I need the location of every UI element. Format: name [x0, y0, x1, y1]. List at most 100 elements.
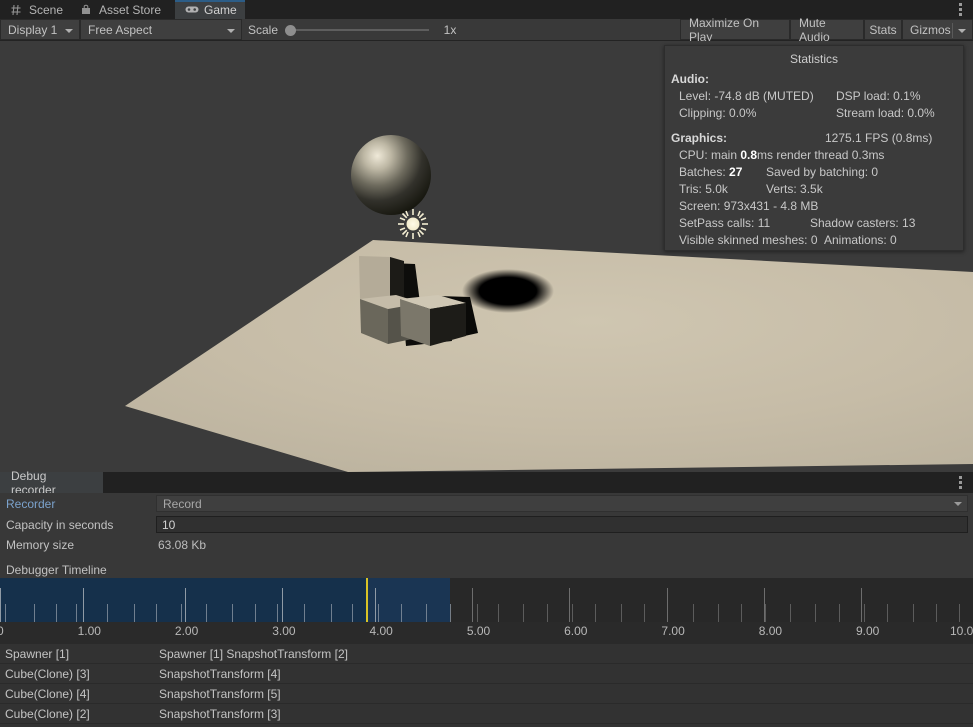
recorder-dropdown[interactable]: Record — [156, 495, 968, 512]
batches-count: 27 — [729, 165, 743, 179]
timeline-minor-tick — [134, 604, 136, 622]
gizmos-button[interactable]: Gizmos — [902, 19, 973, 40]
scale-slider-track[interactable] — [293, 29, 429, 31]
setpass-calls: SetPass calls: 11 — [679, 216, 771, 230]
game-view-toolbar: Display 1 Free Aspect Scale 1x Maximize … — [0, 16, 973, 44]
table-row[interactable]: Cube(Clone) [4] SnapshotTransform [5] — [0, 684, 973, 704]
timeline-major-tick — [861, 588, 863, 622]
timeline-axis-label: 6.00 — [564, 624, 588, 638]
statistics-title: Statistics — [789, 52, 838, 66]
maximize-on-play-button[interactable]: Maximize On Play — [680, 16, 790, 44]
cpu-ms-bold: 0.8 — [740, 148, 758, 162]
capacity-input[interactable]: 10 — [156, 516, 968, 533]
timeline-axis-label: 2.00 — [174, 624, 199, 638]
grid-icon — [10, 4, 24, 16]
timeline-minor-tick — [790, 604, 792, 622]
timeline-minor-tick — [180, 604, 182, 622]
scale-slider-knob[interactable] — [285, 25, 296, 36]
timeline-axis: 0.00 1.00 2.00 3.00 4.00 5.00 6.00 7.00 8.00 9.00… — [0, 622, 973, 644]
timeline-minor-tick — [620, 604, 622, 622]
aspect-dropdown[interactable]: Free Aspect — [80, 19, 242, 40]
timeline-minor-tick — [231, 604, 233, 622]
batches-prefix: Batches: — [679, 165, 730, 179]
gizmos-separator — [952, 23, 953, 38]
timeline-minor-tick — [426, 604, 428, 622]
object-name-cell: Cube(Clone) [2] — [5, 707, 90, 721]
audio-header: Audio: — [671, 72, 709, 86]
timeline-major-tick — [374, 588, 376, 622]
timeline-major-tick — [184, 588, 186, 622]
aspect-dropdown-label: Free Aspect — [88, 22, 153, 37]
object-components-cell: Spawner [1] SnapshotTransform [2] — [159, 647, 348, 661]
timeline-minor-tick — [476, 604, 478, 622]
capacity-input-value: 10 — [162, 517, 176, 532]
kebab-menu-icon[interactable] — [953, 2, 967, 17]
debug-recorder-body: Recorder Record Capacity in seconds 10 M… — [0, 493, 973, 578]
table-row[interactable]: Cube(Clone) [3] SnapshotTransform [4] — [0, 664, 973, 684]
table-row[interactable]: Cube(Clone) [2] SnapshotTransform [3] — [0, 704, 973, 724]
statistics-panel: Statistics Audio: Level: -74.8 dB (MUTED… — [664, 45, 964, 251]
chevron-down-icon — [958, 29, 966, 33]
display-dropdown-label: Display 1 — [8, 22, 58, 37]
timeline-minor-tick — [644, 604, 646, 622]
capacity-label: Capacity in seconds — [6, 518, 114, 532]
tab-scene-label: Scene — [29, 2, 64, 17]
timeline-minor-tick — [254, 604, 256, 622]
screen-stat: Screen: 973x431 - 4.8 MB — [679, 199, 819, 213]
timeline-playhead[interactable] — [365, 578, 368, 622]
gamepad-icon — [185, 4, 199, 16]
timeline-minor-tick — [667, 604, 669, 622]
recorded-object-list[interactable]: Spawner [1] Spawner [1] SnapshotTransform… — [0, 644, 973, 727]
tab-game-label: Game — [204, 2, 237, 17]
dsp-load: DSP load: 0.1% — [836, 89, 921, 103]
sphere-shadow — [462, 269, 554, 313]
table-row[interactable]: Spawner [1] Spawner [1] SnapshotTransform… — [0, 644, 973, 664]
row-divider — [0, 723, 973, 724]
timeline-minor-tick — [75, 604, 77, 622]
mute-audio-button[interactable]: Mute Audio — [790, 16, 864, 44]
timeline-axis-label: 10.00 — [949, 624, 973, 638]
tab-debug-recorder[interactable]: Debug recorder — [0, 469, 103, 497]
ground-plane — [125, 240, 973, 472]
debugger-timeline[interactable] — [0, 578, 973, 622]
cpu-suffix: ms render thread 0.3ms — [757, 148, 885, 162]
back-cube-front — [359, 256, 390, 303]
timeline-major-tick — [569, 588, 571, 622]
tab-asset-store[interactable]: Asset Store — [70, 0, 175, 19]
timeline-minor-tick — [572, 604, 574, 622]
tab-scene[interactable]: Scene — [0, 0, 70, 19]
timeline-minor-tick — [936, 604, 938, 622]
timeline-major-tick — [82, 588, 84, 622]
object-name-cell: Cube(Clone) [3] — [5, 667, 90, 681]
graphics-header: Graphics: — [671, 131, 728, 145]
fps-value: 1275.1 FPS (0.8ms) — [825, 131, 933, 145]
shadow-casters: Shadow casters: 13 — [810, 216, 916, 230]
chevron-down-icon — [227, 29, 235, 33]
timeline-minor-tick — [449, 604, 451, 622]
audio-level: Level: -74.8 dB (MUTED) — [679, 89, 814, 103]
tab-game[interactable]: Game — [175, 0, 245, 19]
recorder-dropdown-value: Record — [163, 496, 202, 511]
cpu-prefix: CPU: main — [679, 148, 741, 162]
timeline-minor-tick — [400, 604, 402, 622]
saved-by-batching: Saved by batching: 0 — [766, 165, 879, 179]
timeline-axis-label: 7.00 — [661, 624, 685, 638]
kebab-menu-icon[interactable] — [953, 475, 967, 490]
timeline-major-tick — [282, 588, 284, 622]
timeline-minor-tick — [692, 604, 694, 622]
timeline-minor-tick — [330, 604, 332, 622]
object-components-cell: SnapshotTransform [3] — [159, 707, 281, 721]
verts-stat: Verts: 3.5k — [766, 182, 823, 196]
timeline-minor-tick — [277, 604, 279, 622]
display-dropdown[interactable]: Display 1 — [0, 19, 80, 40]
timeline-minor-tick — [34, 604, 36, 622]
timeline-minor-tick — [498, 604, 500, 622]
timeline-minor-tick — [887, 604, 889, 622]
stats-button[interactable]: Stats — [864, 19, 902, 40]
recorder-label[interactable]: Recorder — [6, 497, 55, 511]
timeline-minor-tick — [741, 604, 743, 622]
tab-asset-store-label: Asset Store — [99, 2, 162, 17]
timeline-minor-tick — [352, 604, 354, 622]
scale-value: 1x — [443, 22, 457, 37]
store-icon — [80, 4, 94, 16]
